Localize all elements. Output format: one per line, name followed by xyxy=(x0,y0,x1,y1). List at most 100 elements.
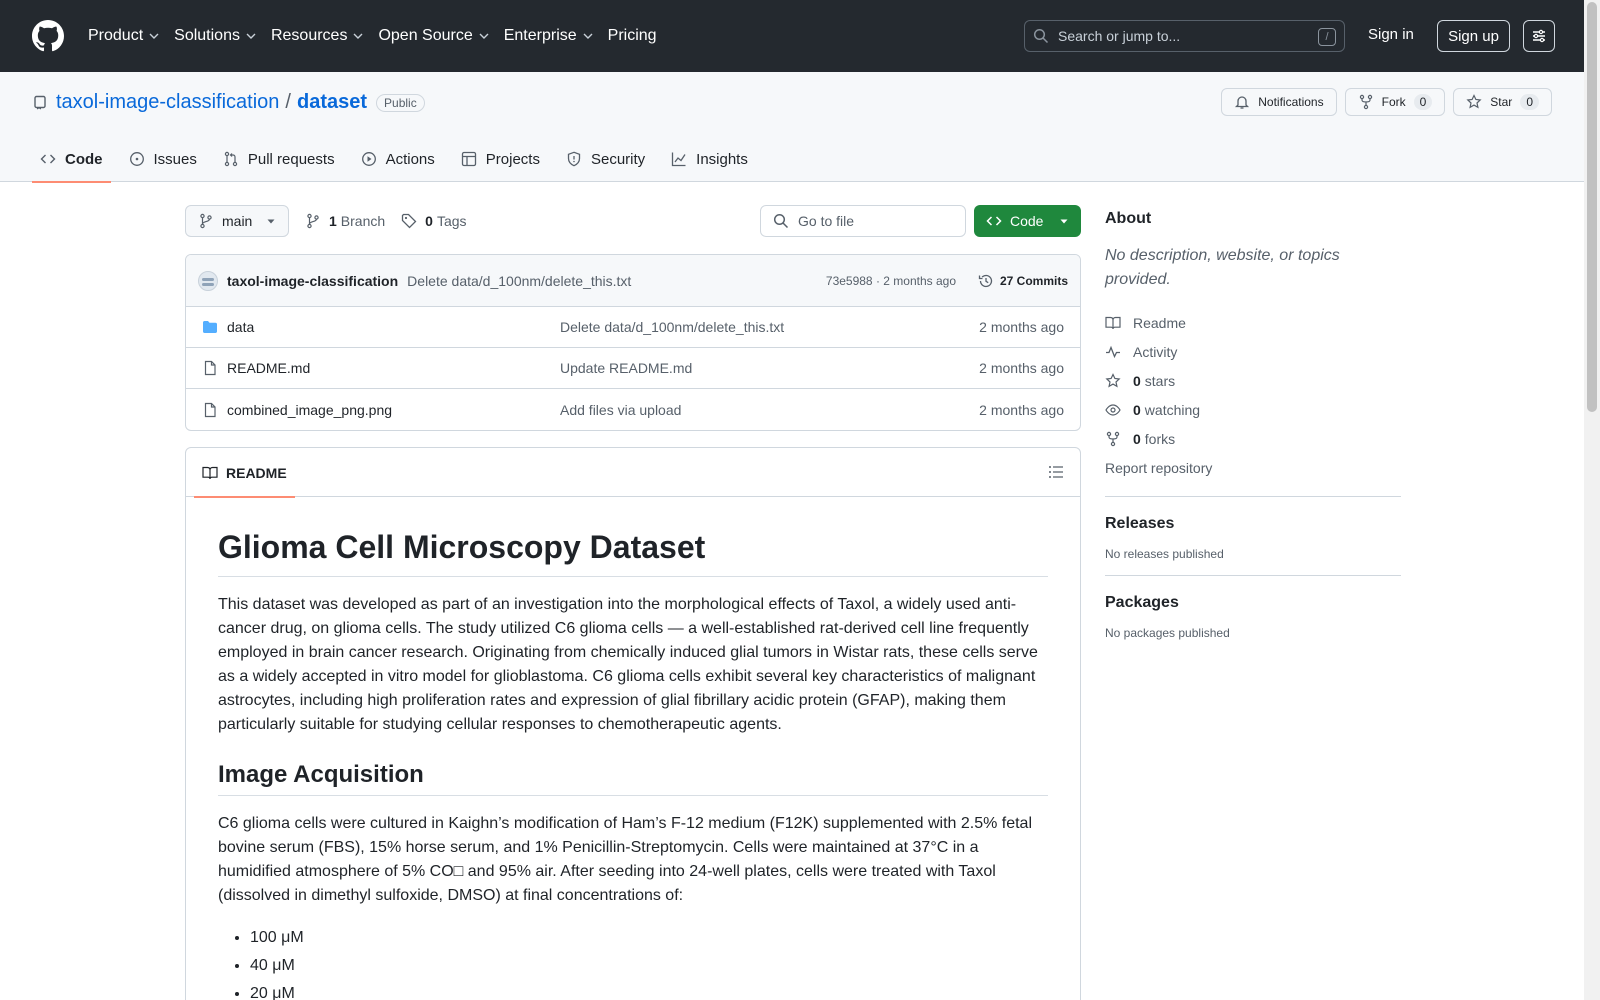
nav-resources[interactable]: Resources xyxy=(271,27,364,45)
table-row[interactable]: combined_image_png.png Add files via upl… xyxy=(186,389,1080,430)
table-row[interactable]: data Delete data/d_100nm/delete_this.txt… xyxy=(186,307,1080,348)
table-icon xyxy=(461,151,476,167)
fork-button[interactable]: Fork 0 xyxy=(1344,88,1446,116)
report-repository-link[interactable]: Report repository xyxy=(1105,453,1401,482)
table-of-contents-icon[interactable] xyxy=(1048,464,1064,480)
tab-code[interactable]: Code xyxy=(32,136,111,183)
packages-empty: No packages published xyxy=(1105,626,1230,640)
global-header: Product Solutions Resources Open Source … xyxy=(0,0,1584,72)
go-to-file-input[interactable]: Go to file xyxy=(760,205,966,237)
file-commit-link[interactable]: Delete data/d_100nm/delete_this.txt xyxy=(560,319,784,335)
table-row[interactable]: README.md Update README.md 2 months ago xyxy=(186,348,1080,389)
watching-count: 0 xyxy=(1133,401,1141,418)
file-icon xyxy=(204,360,216,376)
watching-link[interactable]: 0 watching xyxy=(1105,395,1401,424)
readme-tab-label: README xyxy=(226,464,287,481)
stars-label: stars xyxy=(1144,372,1176,389)
readme-content: Glioma Cell Microscopy Dataset This data… xyxy=(186,497,1080,1000)
issue-icon xyxy=(129,152,144,166)
code-dropdown-button[interactable]: Code xyxy=(974,205,1081,237)
caret-down-icon xyxy=(267,219,275,224)
readme-tab[interactable]: README xyxy=(194,448,295,498)
go-to-file-placeholder: Go to file xyxy=(798,213,855,229)
scrollbar-thumb[interactable] xyxy=(1587,2,1597,412)
tab-label: Pull requests xyxy=(247,150,335,168)
file-name-link[interactable]: combined_image_png.png xyxy=(227,402,392,418)
avatar[interactable] xyxy=(198,270,218,291)
commits-history-link[interactable]: 27 Commits xyxy=(978,273,1068,289)
main-content: main 1 Branch 0 Tags Go to file Code tax… xyxy=(185,205,1081,1000)
readme-title: Glioma Cell Microscopy Dataset xyxy=(218,529,1048,577)
readme-link[interactable]: Readme xyxy=(1105,308,1401,337)
commit-author-link[interactable]: taxol-image-classification xyxy=(227,273,398,289)
fork-icon xyxy=(1359,94,1372,110)
tab-issues[interactable]: Issues xyxy=(121,136,205,182)
nav-open-source[interactable]: Open Source xyxy=(378,27,489,45)
graph-icon xyxy=(672,152,686,167)
activity-link[interactable]: Activity xyxy=(1105,337,1401,366)
forks-label: forks xyxy=(1144,430,1176,447)
star-button[interactable]: Star 0 xyxy=(1453,88,1552,116)
tags-link[interactable]: 0 Tags xyxy=(401,213,467,229)
forks-count: 0 xyxy=(1133,430,1141,447)
github-logo-icon[interactable] xyxy=(32,20,64,52)
nav-pricing[interactable]: Pricing xyxy=(608,27,657,45)
tab-label: Insights xyxy=(696,150,748,168)
latest-commit-row: taxol-image-classification Delete data/d… xyxy=(186,255,1080,307)
tag-count: 0 xyxy=(425,213,433,229)
file-age: 2 months ago xyxy=(979,360,1064,376)
file-name-link[interactable]: data xyxy=(227,319,254,335)
global-search-input[interactable]: Search or jump to... / xyxy=(1024,20,1345,52)
file-icon xyxy=(204,402,216,417)
sidebar-divider xyxy=(1105,496,1401,497)
code-icon xyxy=(986,216,1002,226)
branch-label: Branch xyxy=(340,213,386,229)
star-label: Star xyxy=(1490,95,1513,109)
main-nav: Product Solutions Resources Open Source … xyxy=(88,27,671,45)
tag-icon xyxy=(402,213,417,229)
commit-hash-age[interactable]: 73e5988 · 2 months ago xyxy=(826,274,956,288)
list-item: 100 μM xyxy=(250,924,1048,952)
tab-security[interactable]: Security xyxy=(558,136,653,182)
repo-icon xyxy=(34,95,46,109)
nav-label: Product xyxy=(88,27,144,44)
tab-pull-requests[interactable]: Pull requests xyxy=(215,136,343,182)
star-icon xyxy=(1466,94,1482,109)
packages-heading[interactable]: Packages xyxy=(1105,594,1401,612)
file-browser: taxol-image-classification Delete data/d… xyxy=(185,254,1081,431)
file-commit-link[interactable]: Add files via upload xyxy=(560,402,681,418)
file-age: 2 months ago xyxy=(979,401,1064,418)
forks-link[interactable]: 0 forks xyxy=(1105,424,1401,453)
tab-actions[interactable]: Actions xyxy=(353,136,443,182)
nav-solutions[interactable]: Solutions xyxy=(174,27,257,45)
repo-name-link[interactable]: dataset xyxy=(297,91,367,114)
chevron-down-icon xyxy=(353,33,363,39)
notifications-button[interactable]: Notifications xyxy=(1221,88,1337,116)
repo-owner-link[interactable]: taxol-image-classification xyxy=(56,91,279,114)
commit-message-link[interactable]: Delete data/d_100nm/delete_this.txt xyxy=(407,273,631,289)
nav-label: Resources xyxy=(270,27,348,44)
tab-label: Projects xyxy=(485,150,540,168)
search-icon xyxy=(773,213,789,229)
page-scrollbar[interactable] xyxy=(1584,0,1600,1000)
bell-icon xyxy=(1235,96,1250,109)
search-placeholder: Search or jump to... xyxy=(1058,28,1181,44)
tab-insights[interactable]: Insights xyxy=(663,136,756,182)
sign-in-link[interactable]: Sign in xyxy=(1368,26,1414,43)
pulse-icon xyxy=(1106,345,1120,358)
file-name-link[interactable]: README.md xyxy=(227,360,310,376)
branches-link[interactable]: 1 Branch xyxy=(305,213,385,229)
branch-icon xyxy=(307,213,319,229)
folder-icon xyxy=(203,321,217,333)
branch-select-button[interactable]: main xyxy=(185,205,289,237)
menu-button[interactable] xyxy=(1523,20,1555,52)
file-commit-link[interactable]: Update README.md xyxy=(560,360,692,376)
nav-enterprise[interactable]: Enterprise xyxy=(504,27,594,45)
sign-up-button[interactable]: Sign up xyxy=(1437,20,1510,52)
stars-link[interactable]: 0 stars xyxy=(1105,366,1401,395)
nav-product[interactable]: Product xyxy=(88,27,160,45)
nav-label: Pricing xyxy=(607,27,657,44)
releases-heading[interactable]: Releases xyxy=(1105,515,1401,533)
sidebar-divider xyxy=(1105,575,1401,576)
tab-projects[interactable]: Projects xyxy=(453,136,548,182)
